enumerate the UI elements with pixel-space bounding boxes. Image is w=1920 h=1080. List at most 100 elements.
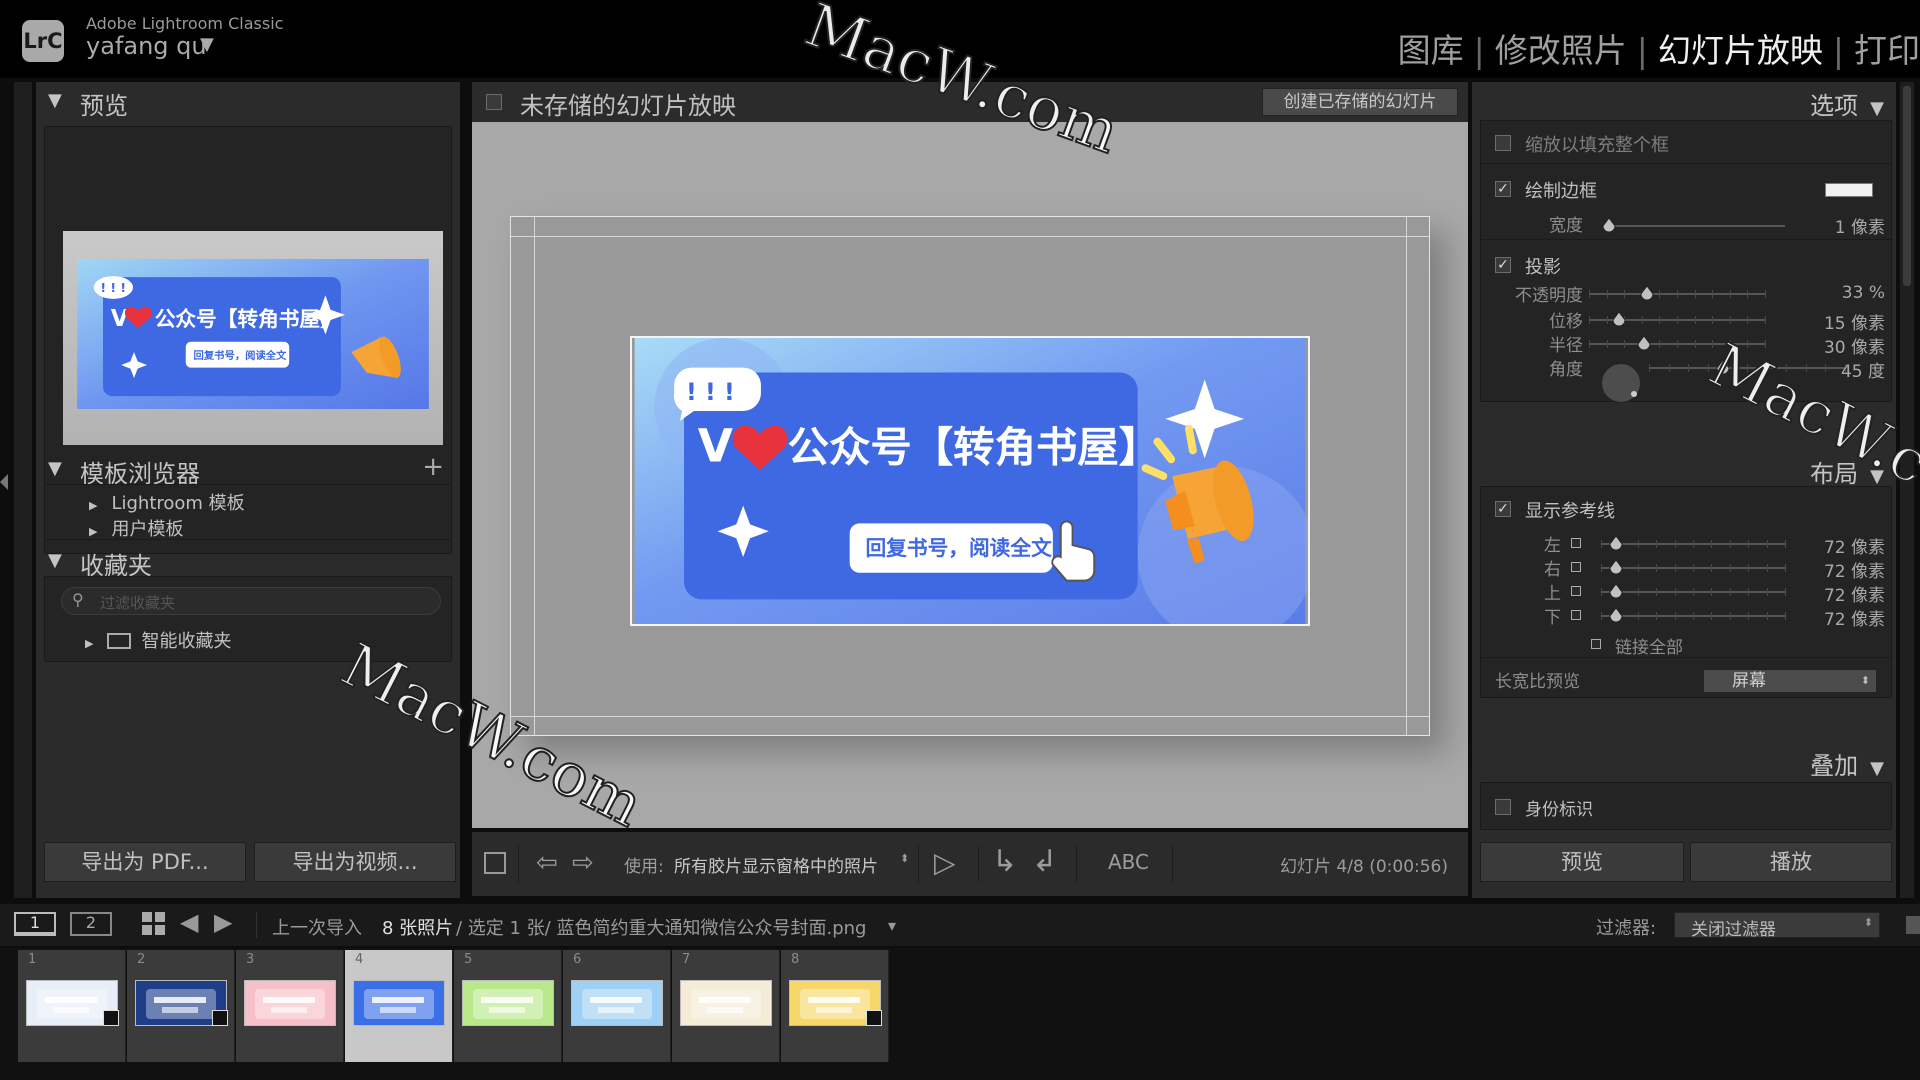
options-header[interactable]: 选项 ▼ [1810,86,1884,121]
preview-button[interactable]: 预览 [1480,842,1684,882]
arrow-right-icon[interactable]: ▶ [214,908,232,936]
template-item-lightroom[interactable]: ▶ Lightroom 模板 [89,489,245,515]
add-template-icon[interactable]: + [422,452,444,482]
filmstrip-thumbnail[interactable]: 7 [672,950,780,1062]
module-print[interactable]: 打印 [1854,31,1920,70]
add-text-button[interactable]: ABC [1108,850,1149,874]
zoom-fill-label: 缩放以填充整个框 [1525,135,1669,156]
guide-0-slider-knob[interactable] [1609,535,1623,551]
guide-3-slider-track[interactable] [1601,612,1786,620]
rotate-right-icon[interactable]: ↲ [1032,844,1057,879]
guide-2-slider-knob[interactable] [1609,583,1623,599]
triangle-down-icon[interactable]: ▼ [1870,758,1884,779]
triangle-down-icon[interactable]: ▼ [48,458,62,479]
chevron-updown-icon[interactable]: ⬍ [900,852,909,865]
filmstrip-thumbnail[interactable]: 3 [236,950,344,1062]
show-guides-checkbox[interactable]: ✓ [1495,501,1511,517]
width-slider-track[interactable] [1609,225,1785,227]
module-slideshow[interactable]: 幻灯片放映 [1658,31,1823,70]
thumbnail-image [353,980,445,1026]
filmstrip-bar: 1 2 ◀ ▶ 上一次导入 8 张照片 / 选定 1 张/ 蓝色简约重大通知微信… [0,904,1920,946]
shadow-1-value: 15 像素 [1823,314,1885,334]
slideshow-checkbox[interactable] [486,94,502,110]
filmstrip-thumbnail[interactable]: 8 [781,950,889,1062]
use-label: 使用: [624,857,664,877]
stop-button[interactable] [484,852,506,874]
border-color-swatch[interactable] [1825,183,1873,197]
chevron-down-icon[interactable]: ▾ [888,916,896,935]
filter-lock-icon[interactable] [1906,916,1920,934]
shadow-0-slider-knob[interactable] [1640,285,1654,301]
triangle-left-icon[interactable] [0,474,8,490]
preview-panel-header[interactable]: ▼ 预览 [36,82,460,122]
width-slider-knob[interactable] [1602,217,1616,233]
create-saved-slideshow-button[interactable]: 创建已存储的幻灯片 [1262,88,1458,116]
arrow-right-icon[interactable]: ⇨ [572,848,594,878]
filmstrip-source[interactable]: 上一次导入 [272,914,362,940]
overlay-header[interactable]: 叠加 ▼ [1810,746,1884,781]
filmstrip-thumbnail[interactable]: 4 [345,950,453,1062]
thumbnail-number: 1 [28,952,37,967]
guide-0-lock-checkbox[interactable] [1571,538,1581,548]
preview-slide-image: ! ! ! V 公众号【转角书屋】 回复书号，阅读全文 [75,259,431,409]
slideshow-toolbar: ⇦ ⇨ 使用: 所有胶片显示窗格中的照片 ⬍ ▷ ↳ ↲ ABC 幻灯片 4/8… [472,832,1468,896]
scrollbar-thumb[interactable] [1903,86,1911,286]
triangle-down-icon[interactable]: ▼ [1870,98,1884,119]
shadow-0-slider-track[interactable] [1589,290,1766,298]
triangle-right-icon[interactable]: ▶ [89,499,97,512]
rotate-left-icon[interactable]: ↳ [992,844,1017,879]
aspect-select[interactable]: 屏幕 ⬍ [1703,669,1877,693]
arrow-left-icon[interactable]: ⇦ [536,848,558,878]
export-pdf-button[interactable]: 导出为 PDF... [44,842,246,882]
link-all-checkbox[interactable] [1591,639,1601,649]
guide-3-label: 下 [1544,608,1561,628]
triangle-right-icon[interactable]: ▶ [85,637,93,650]
shadow-1-slider-knob[interactable] [1612,311,1626,327]
shadow-3-label: 角度 [1549,360,1583,380]
guide-1-slider-track[interactable] [1601,564,1786,572]
shadow-2-slider-knob[interactable] [1637,335,1651,351]
thumbnail-number: 2 [137,952,146,967]
draw-border-checkbox[interactable]: ✓ [1495,181,1511,197]
guide-2-slider-track[interactable] [1601,588,1786,596]
filmstrip-thumbnail[interactable]: 6 [563,950,671,1062]
identity-plate-user[interactable]: yafang qu [86,32,207,60]
template-item-user[interactable]: ▶ 用户模板 [89,515,183,541]
slide-photo[interactable]: ! ! ! V 公众号【转角书屋】 回复书号，阅读全文 [630,336,1316,644]
filmstrip-thumbnail[interactable]: 5 [454,950,562,1062]
svg-text:! ! !: ! ! ! [100,280,126,295]
shadow-checkbox[interactable]: ✓ [1495,257,1511,273]
play-button[interactable]: 播放 [1690,842,1892,882]
grid-icon[interactable] [142,912,166,936]
guide-1-slider-knob[interactable] [1609,559,1623,575]
angle-dial[interactable] [1601,363,1641,403]
use-source-select[interactable]: 所有胶片显示窗格中的照片 [674,852,878,877]
guide-1-lock-checkbox[interactable] [1571,562,1581,572]
triangle-down-icon[interactable]: ▼ [48,550,62,571]
arrow-left-icon[interactable]: ◀ [180,908,198,936]
filter-select[interactable]: 关闭过滤器 ⬍ [1674,912,1880,940]
options-box: 缩放以填充整个框 ✓ 绘制边框 宽度 1 像素 ✓ 投影 不透明度 33 % 位移 1… [1480,120,1893,403]
export-video-button[interactable]: 导出为视频... [254,842,456,882]
triangle-down-icon[interactable]: ▼ [48,90,62,111]
collection-filter-input[interactable]: ⚲ 过滤收藏夹 [61,587,441,615]
guide-3-slider-knob[interactable] [1609,607,1623,623]
secondary-window-button[interactable]: 2 [70,912,112,936]
left-edge-handle[interactable] [14,82,32,898]
zoom-fill-checkbox[interactable] [1495,135,1511,151]
triangle-right-icon[interactable]: ▶ [89,525,97,538]
primary-window-button[interactable]: 1 [14,912,56,936]
filmstrip-thumbnail[interactable]: 1 [18,950,126,1062]
chevron-down-icon[interactable]: ▼ [200,34,214,55]
smart-collection-item[interactable]: ▶ 智能收藏夹 [85,627,231,653]
filmstrip-thumbnail[interactable]: 2 [127,950,235,1062]
play-icon[interactable]: ▷ [934,846,956,879]
shadow-label: 投影 [1525,257,1561,278]
guide-3-lock-checkbox[interactable] [1571,610,1581,620]
module-develop[interactable]: 修改照片 [1495,31,1627,70]
guide-0-slider-track[interactable] [1601,540,1786,548]
module-library[interactable]: 图库 [1398,31,1464,70]
identity-plate-checkbox[interactable] [1495,799,1511,815]
guide-2-lock-checkbox[interactable] [1571,586,1581,596]
thumbnail-number: 6 [573,952,582,967]
